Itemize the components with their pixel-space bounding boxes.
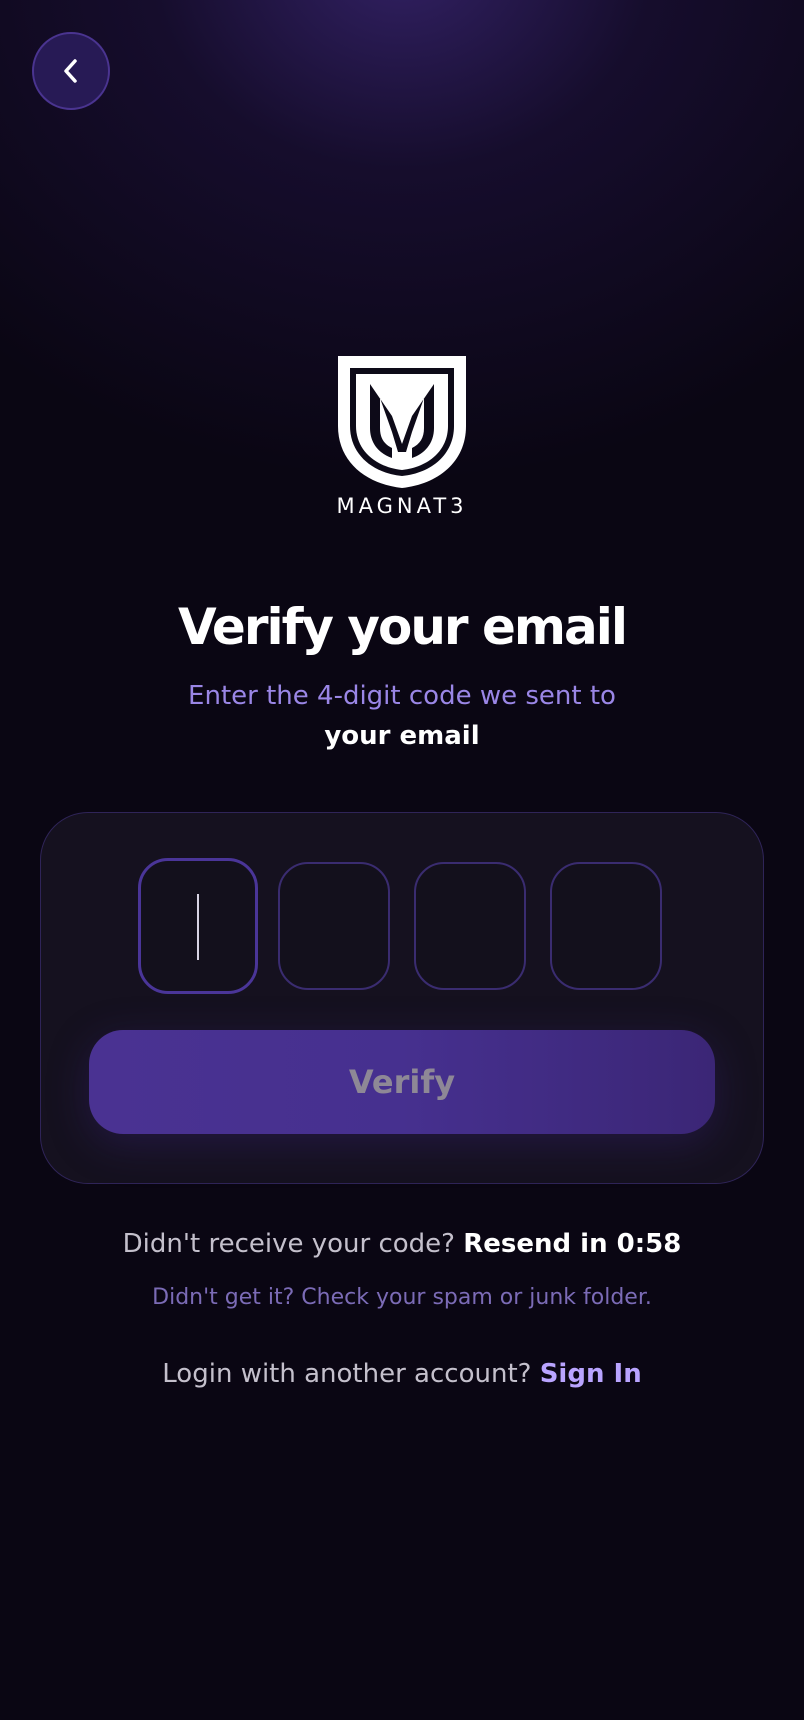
- back-button[interactable]: [32, 32, 110, 110]
- chevron-left-icon: [64, 59, 77, 83]
- email-label: your email: [324, 721, 480, 751]
- resend-link[interactable]: Resend in 0:58: [463, 1229, 681, 1259]
- signin-row: Login with another account? Sign In: [0, 1356, 804, 1392]
- code-digit-2[interactable]: [278, 862, 390, 990]
- signin-link[interactable]: Sign In: [540, 1359, 642, 1389]
- verify-button[interactable]: Verify: [89, 1030, 715, 1134]
- signin-prompt: Login with another account?: [162, 1359, 532, 1389]
- code-digit-4[interactable]: [550, 862, 662, 990]
- magnat3-shield-logo: [338, 356, 466, 488]
- page-title: Verify your email: [177, 598, 628, 656]
- brand-logo: MAGNAT3: [326, 356, 478, 518]
- brand-name: MAGNAT3: [336, 494, 468, 518]
- text-caret: [197, 894, 199, 960]
- resend-prompt: Didn't receive your code?: [122, 1229, 455, 1259]
- code-digit-3[interactable]: [414, 862, 526, 990]
- spam-hint: Didn't get it? Check your spam or junk f…: [152, 1285, 652, 1310]
- resend-row: Didn't receive your code? Resend in 0:58: [0, 1226, 804, 1262]
- page-subtitle: Enter the 4-digit code we sent to: [188, 681, 616, 711]
